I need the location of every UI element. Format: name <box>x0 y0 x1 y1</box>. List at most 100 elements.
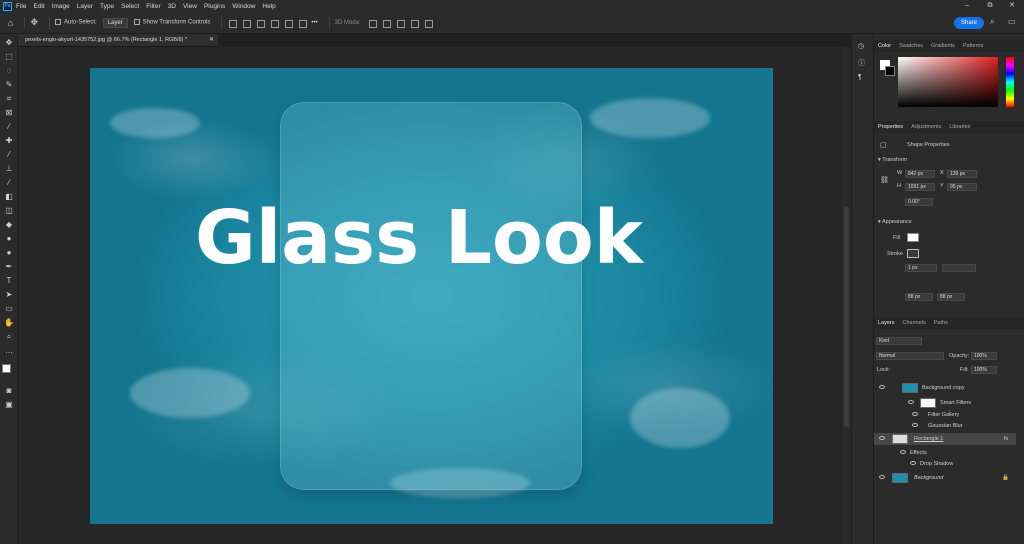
brush-tool-icon[interactable]: ⁄ <box>4 150 14 160</box>
menu-plugins[interactable]: Plugins <box>204 3 225 10</box>
history-brush-tool-icon[interactable]: ⁄ <box>4 178 14 188</box>
minimize-button[interactable]: – <box>955 0 979 12</box>
stroke-style-dropdown[interactable] <box>942 264 976 272</box>
share-button[interactable]: Share <box>954 17 984 29</box>
restore-button[interactable]: ⧉ <box>978 0 1002 12</box>
3d-orbit-icon[interactable] <box>367 18 377 28</box>
align-center-icon[interactable] <box>241 18 252 28</box>
visibility-eye-icon[interactable] <box>879 436 885 440</box>
show-transform-checkbox[interactable]: Show Transform Controls <box>133 19 210 26</box>
tab-gradients[interactable]: Gradients <box>927 43 959 49</box>
history-panel-icon[interactable]: ◷ <box>858 42 864 50</box>
align-bottom-icon[interactable] <box>297 18 308 28</box>
hand-tool-icon[interactable]: ✋ <box>4 318 14 328</box>
visibility-eye-icon[interactable] <box>900 450 906 454</box>
angle-field[interactable]: 0.00° <box>905 198 933 206</box>
opacity-field[interactable]: 100% <box>971 352 997 360</box>
menu-window[interactable]: Window <box>232 3 255 10</box>
move-tool-icon[interactable]: ✥ <box>4 38 14 48</box>
rectangle-tool-icon[interactable]: ▭ <box>4 304 14 314</box>
marquee-tool-icon[interactable]: ⬚ <box>4 52 14 62</box>
3d-roll-icon[interactable] <box>381 18 391 28</box>
align-left-icon[interactable] <box>227 18 238 28</box>
visibility-eye-icon[interactable] <box>912 412 918 416</box>
pen-tool-icon[interactable]: ✒ <box>4 262 14 272</box>
menu-select[interactable]: Select <box>121 3 139 10</box>
menu-edit[interactable]: Edit <box>33 3 44 10</box>
layer-row[interactable]: Gaussian Blur <box>874 420 1016 432</box>
menu-view[interactable]: View <box>183 3 197 10</box>
workspace-icon[interactable]: ▭ <box>1008 17 1016 26</box>
crop-tool-icon[interactable]: ⌗ <box>4 94 14 104</box>
headline-text-layer[interactable]: Glass Look <box>195 193 695 283</box>
screen-mode-icon[interactable]: ▣ <box>4 400 14 410</box>
glass-rectangle-shape[interactable] <box>280 102 582 490</box>
home-icon[interactable]: ⌂ <box>8 18 13 28</box>
tab-swatches[interactable]: Swatches <box>895 43 927 49</box>
quick-mask-icon[interactable]: ◙ <box>4 386 14 396</box>
eyedropper-tool-icon[interactable]: ⁄ <box>4 122 14 132</box>
menu-type[interactable]: Type <box>100 3 114 10</box>
3d-scale-icon[interactable] <box>423 18 433 28</box>
menu-3d[interactable]: 3D <box>168 3 176 10</box>
tab-color[interactable]: Color <box>874 43 895 49</box>
stroke-swatch[interactable] <box>907 249 919 258</box>
visibility-eye-icon[interactable] <box>908 400 914 404</box>
stroke-width-field[interactable]: 1 px <box>905 264 937 272</box>
layer-row[interactable]: Background 🔒 <box>874 472 1016 484</box>
vertical-scrollbar[interactable] <box>842 47 851 544</box>
search-icon[interactable]: ⌕ <box>990 17 994 27</box>
lasso-tool-icon[interactable]: ◌ <box>4 66 14 76</box>
transform-section-title[interactable]: ▾ Transform <box>878 157 907 163</box>
zoom-tool-icon[interactable]: ⌕ <box>4 332 14 342</box>
blend-mode-dropdown[interactable]: Normal <box>876 352 944 360</box>
quick-select-tool-icon[interactable]: ✎ <box>4 80 14 90</box>
close-window-button[interactable]: ✕ <box>1000 0 1024 12</box>
width-field[interactable]: 842 px <box>905 170 935 178</box>
healing-brush-tool-icon[interactable]: ✚ <box>4 136 14 146</box>
menu-layer[interactable]: Layer <box>77 3 93 10</box>
canvas-image[interactable]: Glass Look <box>90 68 773 524</box>
corner-radius-field-b[interactable]: 88 px <box>937 293 965 301</box>
menu-file[interactable]: File <box>16 3 26 10</box>
hue-slider[interactable] <box>1006 57 1014 107</box>
tab-adjustments[interactable]: Adjustments <box>907 124 945 130</box>
background-color-chip[interactable] <box>885 66 895 76</box>
clone-stamp-tool-icon[interactable]: ⊥ <box>4 164 14 174</box>
paragraph-panel-icon[interactable]: ¶ <box>858 74 862 81</box>
info-panel-icon[interactable]: ⓘ <box>858 58 865 68</box>
y-field[interactable]: 95 px <box>947 183 977 191</box>
layer-row[interactable]: Background copy <box>874 382 1016 394</box>
dodge-tool-icon[interactable]: ● <box>4 248 14 258</box>
type-tool-icon[interactable]: T <box>4 276 14 286</box>
fill-percent-field[interactable]: 100% <box>971 366 997 374</box>
corner-radius-field-a[interactable]: 88 px <box>905 293 933 301</box>
link-icon[interactable]: ⛓ <box>880 176 889 184</box>
tab-layers[interactable]: Layers <box>874 320 899 326</box>
3d-pan-icon[interactable] <box>395 18 405 28</box>
auto-select-checkbox[interactable]: Auto-Select: <box>54 19 97 26</box>
tab-properties[interactable]: Properties <box>874 124 907 130</box>
appearance-section-title[interactable]: ▾ Appearance <box>878 219 912 225</box>
layer-row[interactable]: Smart Filters <box>874 397 1016 409</box>
layer-row[interactable]: Drop Shadow <box>874 458 1016 470</box>
tab-libraries[interactable]: Libraries <box>945 124 974 130</box>
move-tool-icon[interactable]: ✥ <box>30 17 38 28</box>
gradient-tool-icon[interactable]: ◫ <box>4 206 14 216</box>
menu-image[interactable]: Image <box>52 3 70 10</box>
tab-paths[interactable]: Paths <box>930 320 952 326</box>
align-top-icon[interactable] <box>269 18 280 28</box>
auto-select-dropdown[interactable]: Layer <box>102 17 128 28</box>
layer-kind-filter[interactable]: Kind <box>876 337 922 345</box>
visibility-eye-icon[interactable] <box>879 385 885 389</box>
foreground-color-swatch[interactable] <box>2 364 11 373</box>
eraser-tool-icon[interactable]: ◧ <box>4 192 14 202</box>
tab-channels[interactable]: Channels <box>899 320 930 326</box>
menu-help[interactable]: Help <box>262 3 275 10</box>
more-options-icon[interactable]: ••• <box>311 20 317 26</box>
visibility-eye-icon[interactable] <box>879 475 885 479</box>
menu-filter[interactable]: Filter <box>146 3 160 10</box>
align-middle-icon[interactable] <box>283 18 294 28</box>
fill-swatch[interactable] <box>907 233 919 242</box>
visibility-eye-icon[interactable] <box>912 423 918 427</box>
